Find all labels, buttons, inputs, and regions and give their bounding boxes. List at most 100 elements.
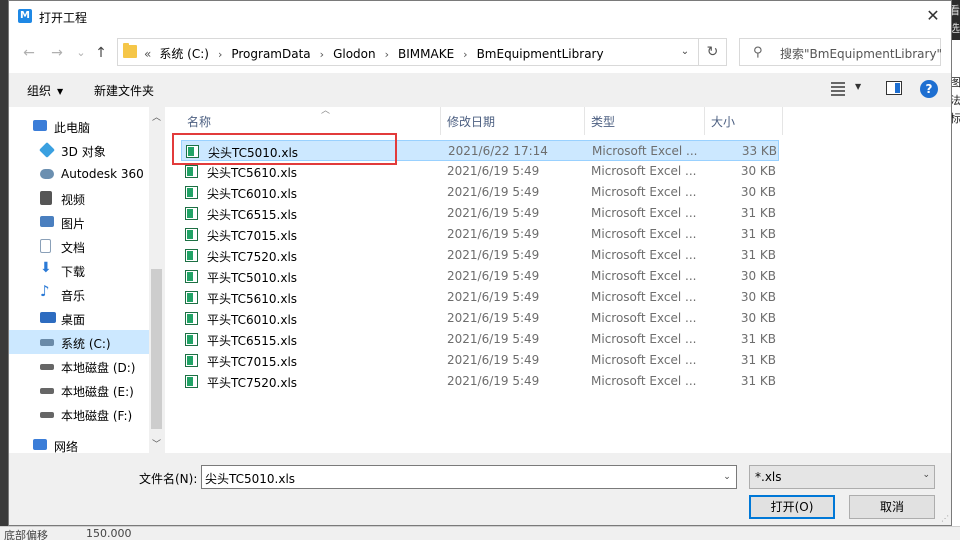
open-button[interactable]: 打开(O): [749, 495, 835, 519]
up-folder-button[interactable]: ↑: [91, 43, 111, 63]
scrollbar-thumb[interactable]: [151, 269, 162, 429]
search-placeholder: 搜索"BmEquipmentLibrary": [780, 47, 943, 61]
chevron-down-icon[interactable]: ⌄: [718, 466, 736, 488]
scroll-down-icon[interactable]: ﹀: [149, 437, 164, 450]
new-folder-button[interactable]: 新建文件夹: [94, 82, 154, 99]
scroll-up-icon[interactable]: ︿: [149, 110, 164, 123]
breadcrumb: « 系统 (C:) › ProgramData › Glodon › BIMMAKE › BmEq…: [144, 45, 604, 62]
open-project-dialog: M 打开工程 ✕ ← → ⌄ ↑ « 系统 (C:) › ProgramData › Gl…: [8, 0, 952, 526]
file-row[interactable]: 平头TC7015.xls 2021/6/19 5:49 Microsoft Ex…: [181, 350, 779, 371]
sidebar-item-documents[interactable]: 文档: [9, 234, 149, 258]
file-date: 2021/6/19 5:49: [447, 269, 540, 283]
file-name: 尖头TC5010.xls: [208, 146, 299, 160]
file-date: 2021/6/19 5:49: [447, 332, 540, 346]
file-row[interactable]: 尖头TC6010.xls 2021/6/19 5:49 Microsoft Ex…: [181, 182, 779, 203]
sidebar-item-pictures[interactable]: 图片: [9, 210, 149, 234]
file-row[interactable]: 尖头TC5610.xls 2021/6/19 5:49 Microsoft Ex…: [181, 161, 779, 182]
help-icon[interactable]: ?: [920, 80, 938, 98]
navigation-scrollbar[interactable]: ︿ ﹀: [149, 107, 164, 453]
breadcrumb-item[interactable]: BmEquipmentLibrary: [477, 47, 604, 61]
filter-value: *.xls: [755, 470, 782, 484]
music-icon: ♪: [40, 282, 50, 300]
sidebar-item-drive-c[interactable]: 系统 (C:): [9, 330, 149, 354]
breadcrumb-separator[interactable]: ›: [385, 48, 389, 61]
address-dropdown-icon[interactable]: ⌄: [674, 39, 696, 65]
file-size: 31 KB: [740, 374, 776, 388]
excel-file-icon: [185, 249, 198, 262]
cloud-icon: [40, 169, 54, 179]
file-name: 平头TC7015.xls: [207, 355, 298, 369]
sidebar-item-desktop[interactable]: 桌面: [9, 306, 149, 330]
app-logo-icon: M: [18, 9, 32, 23]
sidebar-item-videos[interactable]: 视频: [9, 186, 149, 210]
column-header-name[interactable]: 名称 ︿: [181, 106, 441, 135]
refresh-button[interactable]: ↻: [699, 38, 727, 66]
sidebar-item-label: 系统 (C:): [61, 337, 111, 351]
sidebar-item-music[interactable]: ♪ 音乐: [9, 282, 149, 306]
address-row: ← → ⌄ ↑ « 系统 (C:) › ProgramData › Glodon › BIMM…: [9, 33, 951, 73]
address-bar[interactable]: « 系统 (C:) › ProgramData › Glodon › BIMMAKE › BmEq…: [117, 38, 699, 66]
sidebar-item-drive-d[interactable]: 本地磁盘 (D:): [9, 354, 149, 378]
file-row[interactable]: 尖头TC7015.xls 2021/6/19 5:49 Microsoft Ex…: [181, 224, 779, 245]
preview-pane-icon[interactable]: [886, 81, 902, 95]
file-row[interactable]: 尖头TC5010.xls 2021/6/22 17:14 Microsoft E…: [181, 140, 779, 161]
sidebar-item-3d-objects[interactable]: 3D 对象: [9, 138, 149, 162]
sidebar-item-autodesk-360[interactable]: Autodesk 360: [9, 162, 149, 186]
back-button[interactable]: ←: [19, 43, 39, 63]
excel-file-icon: [185, 291, 198, 304]
file-row[interactable]: 平头TC7520.xls 2021/6/19 5:49 Microsoft Ex…: [181, 371, 779, 392]
file-row[interactable]: 尖头TC6515.xls 2021/6/19 5:49 Microsoft Ex…: [181, 203, 779, 224]
sidebar-item-this-pc[interactable]: 此电脑: [9, 114, 149, 138]
sidebar-item-label: 本地磁盘 (F:): [61, 409, 133, 423]
column-header-type[interactable]: 类型: [585, 107, 705, 135]
sidebar-item-downloads[interactable]: ⬇ 下载: [9, 258, 149, 282]
recent-locations-button[interactable]: ⌄: [71, 43, 91, 63]
filename-field[interactable]: 尖头TC5010.xls ⌄: [201, 465, 737, 489]
breadcrumb-item[interactable]: BIMMAKE: [398, 47, 454, 61]
file-date: 2021/6/19 5:49: [447, 227, 540, 241]
column-header-label: 名称: [187, 115, 212, 129]
sidebar-item-label: 此电脑: [54, 121, 91, 135]
excel-file-icon: [185, 375, 198, 388]
excel-file-icon: [186, 145, 199, 158]
sidebar-item-label: 本地磁盘 (E:): [61, 385, 134, 399]
sidebar-item-drive-f[interactable]: 本地磁盘 (F:): [9, 402, 149, 426]
breadcrumb-separator[interactable]: ›: [463, 48, 467, 61]
column-header-date[interactable]: 修改日期: [441, 107, 585, 135]
breadcrumb-separator[interactable]: ›: [320, 48, 324, 61]
dialog-footer: 文件名(N): 尖头TC5010.xls ⌄ *.xls ⌄ 打开(O) 取消 …: [9, 453, 951, 525]
cancel-button[interactable]: 取消: [849, 495, 935, 519]
file-row[interactable]: 尖头TC7520.xls 2021/6/19 5:49 Microsoft Ex…: [181, 245, 779, 266]
close-button[interactable]: ✕: [923, 6, 943, 26]
column-header-size[interactable]: 大小: [705, 107, 783, 135]
file-name: 平头TC6010.xls: [207, 313, 298, 327]
file-size: 30 KB: [740, 185, 776, 199]
excel-file-icon: [185, 333, 198, 346]
breadcrumb-item[interactable]: Glodon: [333, 47, 376, 61]
file-row[interactable]: 平头TC6515.xls 2021/6/19 5:49 Microsoft Ex…: [181, 329, 779, 350]
file-row[interactable]: 平头TC5610.xls 2021/6/19 5:49 Microsoft Ex…: [181, 287, 779, 308]
sidebar-item-drive-e[interactable]: 本地磁盘 (E:): [9, 378, 149, 402]
file-type-filter-select[interactable]: *.xls ⌄: [749, 465, 935, 489]
resize-grip-icon[interactable]: ⋰: [941, 514, 949, 523]
view-options-icon[interactable]: [831, 82, 845, 96]
breadcrumb-overflow[interactable]: «: [144, 47, 151, 61]
sidebar-item-label: 视频: [61, 193, 86, 207]
excel-file-icon: [185, 207, 198, 220]
file-row[interactable]: 平头TC5010.xls 2021/6/19 5:49 Microsoft Ex…: [181, 266, 779, 287]
breadcrumb-separator[interactable]: ›: [218, 48, 222, 61]
view-dropdown-icon[interactable]: ▼: [855, 82, 861, 91]
file-name: 尖头TC5610.xls: [207, 166, 298, 180]
file-row[interactable]: 平头TC6010.xls 2021/6/19 5:49 Microsoft Ex…: [181, 308, 779, 329]
search-input[interactable]: ⚲ 搜索"BmEquipmentLibrary": [739, 38, 943, 66]
sidebar-item-label: 桌面: [61, 313, 86, 327]
picture-icon: [40, 216, 54, 227]
download-icon: ⬇: [40, 260, 52, 276]
file-date: 2021/6/19 5:49: [447, 290, 540, 304]
breadcrumb-item[interactable]: 系统 (C:): [159, 47, 209, 61]
breadcrumb-item[interactable]: ProgramData: [231, 47, 310, 61]
file-size: 31 KB: [740, 227, 776, 241]
forward-button[interactable]: →: [47, 43, 67, 63]
file-size: 31 KB: [740, 353, 776, 367]
organize-menu[interactable]: 组织 ▼: [27, 82, 63, 99]
